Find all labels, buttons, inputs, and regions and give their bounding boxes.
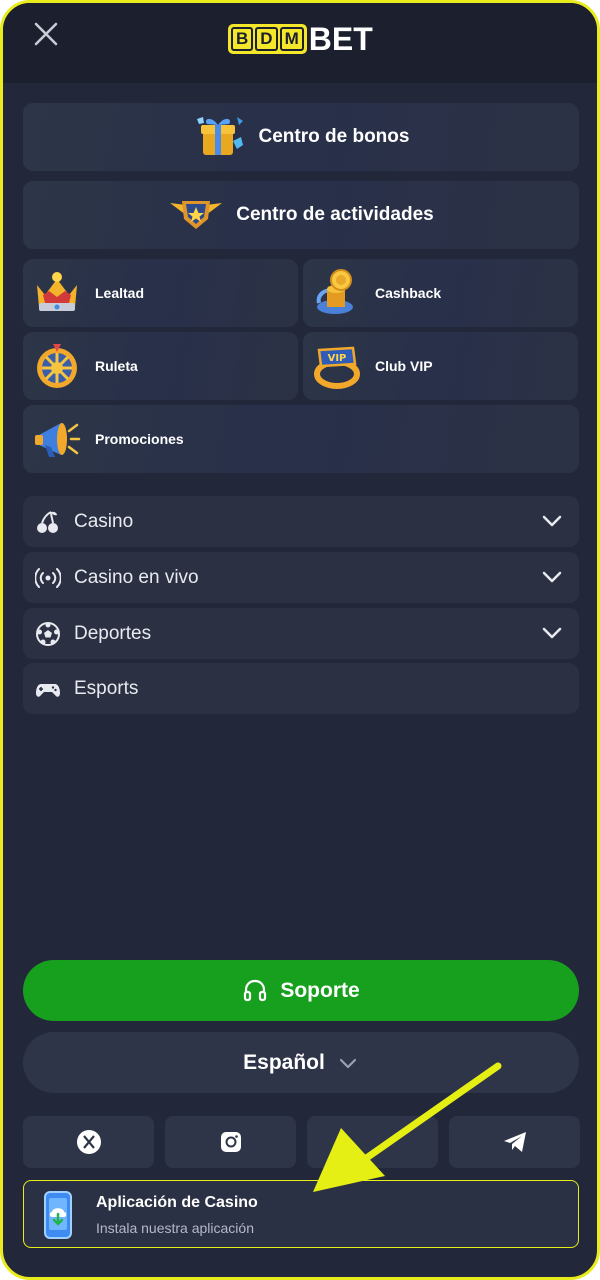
telegram-icon — [502, 1129, 528, 1155]
broadcast-icon — [34, 565, 62, 591]
chevron-down-icon[interactable] — [541, 622, 563, 644]
chevron-down-icon[interactable] — [541, 566, 563, 588]
svg-text:VIP: VIP — [328, 353, 347, 364]
menu-item-esports[interactable]: Esports — [23, 663, 579, 714]
headset-icon — [242, 978, 268, 1004]
bonus-center-label: Centro de bonos — [258, 126, 410, 147]
menu-item-label: Casino en vivo — [74, 566, 199, 588]
promotions-label: Promociones — [95, 431, 184, 447]
bonus-center-card[interactable]: Centro de bonos — [23, 103, 579, 171]
vip-club-card[interactable]: VIP Club VIP — [303, 332, 578, 400]
activity-center-card[interactable]: Centro de actividades — [23, 181, 579, 249]
logo-box: B D M — [228, 24, 307, 54]
menu-item-live-casino[interactable]: Casino en vivo — [23, 552, 579, 603]
menu-item-label: Esports — [74, 677, 139, 699]
vip-club-label: Club VIP — [375, 358, 433, 374]
x-icon — [76, 1129, 102, 1155]
x-social-button[interactable] — [23, 1116, 154, 1168]
menu-item-label: Deportes — [74, 622, 152, 644]
support-label: Soporte — [280, 978, 360, 1002]
cashback-card[interactable]: Cashback — [303, 259, 578, 327]
promotions-card[interactable]: Promociones — [23, 405, 579, 473]
app-banner-title: Aplicación de Casino — [96, 1194, 258, 1211]
logo-letter-b: B — [231, 27, 254, 51]
chevron-down-icon — [337, 1052, 359, 1074]
menu-item-sports[interactable]: Deportes — [23, 608, 579, 659]
vip-ring-icon: VIP — [311, 340, 363, 392]
support-button[interactable]: Soporte — [23, 960, 579, 1021]
side-menu-panel: B D M BET Centro de bonos Centro de acti… — [0, 0, 600, 1280]
wheel-icon — [31, 340, 83, 392]
soccer-ball-icon — [35, 621, 61, 647]
cherry-icon — [35, 509, 61, 535]
roulette-label: Ruleta — [95, 358, 138, 374]
crown-icon — [31, 267, 83, 319]
gift-box-icon — [193, 111, 247, 164]
close-icon[interactable] — [31, 19, 61, 49]
roulette-card[interactable]: Ruleta — [23, 332, 298, 400]
casino-app-banner[interactable]: Aplicación de Casino Instala nuestra apl… — [23, 1180, 579, 1248]
instagram-social-button[interactable] — [165, 1116, 296, 1168]
phone-download-icon — [38, 1190, 78, 1245]
language-label: Español — [243, 1050, 325, 1074]
gamepad-icon — [35, 676, 61, 702]
logo-suffix: BET — [308, 20, 373, 57]
menu-header: B D M BET — [3, 3, 597, 83]
loyalty-card[interactable]: Lealtad — [23, 259, 298, 327]
logo-letter-m: M — [279, 27, 304, 51]
app-banner-subtitle: Instala nuestra aplicación — [96, 1220, 254, 1236]
activity-center-label: Centro de actividades — [236, 204, 434, 225]
instagram-icon — [219, 1130, 243, 1154]
megaphone-icon — [31, 413, 83, 465]
winged-badge-icon — [168, 193, 224, 238]
brand-logo[interactable]: B D M BET — [228, 21, 373, 57]
telegram-social-button[interactable] — [449, 1116, 580, 1168]
social-button-empty[interactable] — [307, 1116, 438, 1168]
coins-stack-icon — [311, 267, 363, 319]
menu-item-casino[interactable]: Casino — [23, 496, 579, 547]
cashback-label: Cashback — [375, 285, 442, 301]
logo-letter-d: D — [255, 27, 278, 51]
chevron-down-icon[interactable] — [541, 510, 563, 532]
language-selector[interactable]: Español — [23, 1032, 579, 1093]
menu-item-label: Casino — [74, 510, 134, 532]
loyalty-label: Lealtad — [95, 285, 145, 301]
